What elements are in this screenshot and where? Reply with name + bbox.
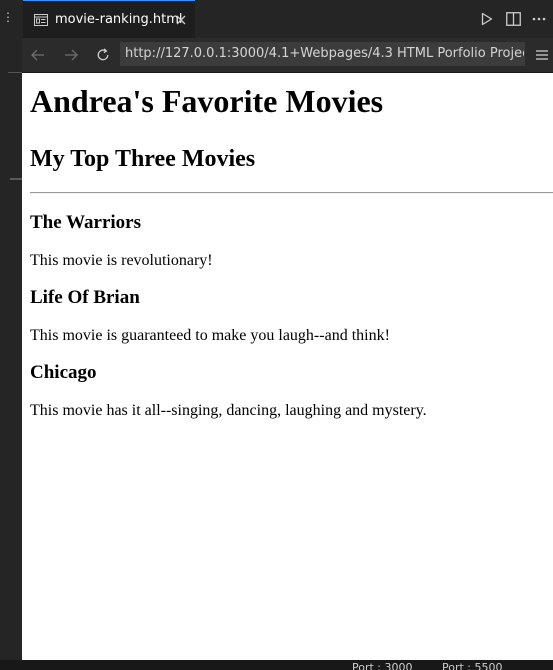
more-icon[interactable]: ⋮ [2, 10, 14, 24]
arrow-left-icon[interactable] [29, 46, 47, 64]
movie-description: This movie is guaranteed to make you lau… [30, 327, 390, 344]
run-icon[interactable] [479, 11, 495, 27]
split-editor-icon[interactable] [505, 11, 521, 27]
tab-label: movie-ranking.html [55, 12, 183, 27]
movie-title: Life Of Brian [30, 287, 140, 308]
editor-actions [479, 0, 547, 38]
preview-icon [34, 13, 48, 26]
status-bar: Port : 3000 Port : 5500 [0, 660, 553, 670]
movie-description: This movie has it all--singing, dancing,… [30, 402, 427, 419]
divider [30, 192, 553, 194]
movie-item: Life Of Brian This movie is guaranteed t… [30, 287, 553, 346]
vscode-window: ⋮ movie-ranking.html http://127.0.0.1:30… [0, 0, 553, 670]
editor-left-gutter: ⋮ [0, 0, 23, 660]
page-title: Andrea's Favorite Movies [30, 83, 384, 119]
close-icon[interactable] [173, 12, 189, 28]
movie-item: Chicago This movie has it all--singing, … [30, 362, 553, 421]
port-status-left[interactable]: Port : 3000 [352, 662, 413, 670]
gutter-divider [8, 72, 22, 73]
editor-tab-bar: movie-ranking.html [22, 0, 553, 38]
browser-toolbar: http://127.0.0.1:3000/4.1+Webpages/4.3 H… [22, 38, 553, 73]
scroll-indicator[interactable] [10, 178, 22, 180]
tab-movie-ranking[interactable]: movie-ranking.html [23, 0, 195, 38]
reload-icon[interactable] [94, 46, 112, 64]
more-actions-icon[interactable] [531, 11, 547, 27]
movie-description: This movie is revolutionary! [30, 252, 213, 269]
movie-item: The Warriors This movie is revolutionary… [30, 212, 553, 271]
page-subtitle: My Top Three Movies [30, 146, 256, 172]
movie-title: Chicago [30, 362, 97, 383]
port-status-right[interactable]: Port : 5500 [442, 662, 503, 670]
movie-title: The Warriors [30, 212, 142, 233]
hamburger-menu-icon[interactable] [534, 46, 550, 64]
web-page: Andrea's Favorite Movies My Top Three Mo… [22, 73, 553, 660]
url-input[interactable]: http://127.0.0.1:3000/4.1+Webpages/4.3 H… [120, 42, 525, 66]
arrow-right-icon[interactable] [62, 46, 80, 64]
